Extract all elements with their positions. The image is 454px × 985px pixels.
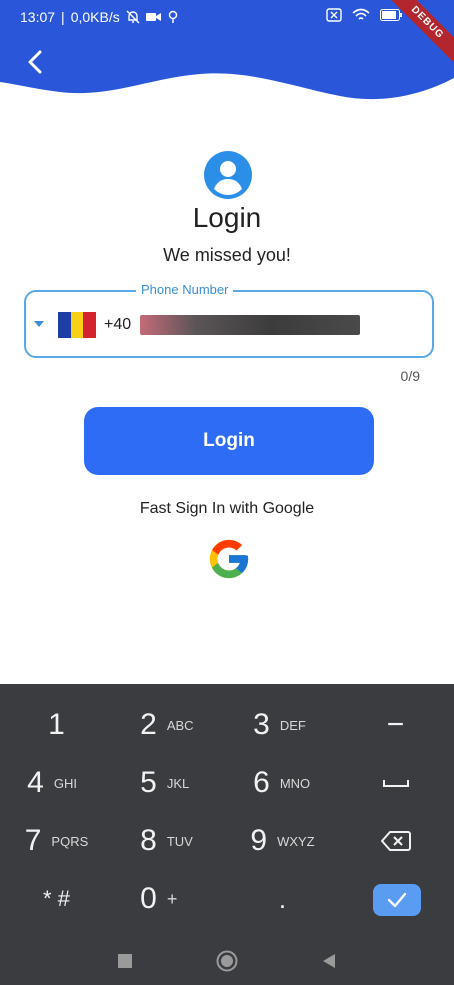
recent-apps-button[interactable] (114, 950, 136, 972)
romania-flag-icon[interactable] (58, 312, 97, 338)
character-counter: 0/9 (400, 368, 420, 384)
checkmark-icon (387, 892, 407, 908)
chevron-left-icon (28, 50, 42, 74)
key-9[interactable]: 9 WXYZ (226, 812, 339, 870)
backspace-key[interactable] (339, 812, 452, 870)
key-5[interactable]: 5 JKL (113, 754, 226, 812)
login-button[interactable]: Login (84, 407, 374, 475)
page-title: Login (192, 202, 262, 233)
key-2[interactable]: 2 ABC (113, 696, 226, 754)
muted-bell-icon (126, 10, 140, 24)
back-nav-button[interactable] (318, 950, 340, 972)
key-4[interactable]: 4 GHI (0, 754, 113, 812)
phone-number-input-redacted[interactable] (140, 315, 360, 335)
key-6[interactable]: 6 MNO (226, 754, 339, 812)
key-0[interactable]: 0 + (113, 870, 226, 928)
done-key[interactable] (373, 884, 421, 916)
period-key[interactable]: . (226, 870, 339, 928)
wifi-icon (352, 8, 370, 20)
numeric-keyboard: 1 2 ABC 3 DEF − 4 GHI 5 JKL 6 MNO 7 PQRS… (0, 684, 454, 985)
google-logo-icon[interactable] (206, 536, 252, 582)
battery-icon (380, 9, 402, 21)
country-dropdown-arrow-icon[interactable] (34, 321, 44, 327)
back-button[interactable] (20, 46, 52, 78)
google-sign-in-text: Fast Sign In with Google (139, 500, 315, 517)
key-3[interactable]: 3 DEF (226, 696, 339, 754)
location-pin-icon (168, 10, 177, 23)
page-subtitle: We missed you! (163, 245, 291, 265)
key-1[interactable]: 1 (0, 696, 113, 754)
phone-number-label: Phone Number (136, 282, 234, 298)
minus-key[interactable]: − (339, 696, 452, 754)
phone-number-field[interactable]: Phone Number +40 (24, 282, 434, 358)
system-navigation-bar (0, 937, 454, 985)
back-triangle-icon (323, 954, 335, 968)
key-8[interactable]: 8 TUV (113, 812, 226, 870)
key-7[interactable]: 7 PQRS (0, 812, 113, 870)
backspace-icon (380, 831, 411, 851)
status-speed: 0,0KB/s (70, 9, 120, 25)
home-button[interactable] (216, 950, 238, 972)
home-circle-icon (216, 950, 238, 972)
square-icon (118, 954, 132, 968)
space-bar-icon (382, 780, 409, 787)
app-header: 13:07 | 0,0KB/s DEBUG (0, 0, 454, 120)
star-hash-key[interactable]: * # (0, 870, 113, 928)
status-bar: 13:07 | 0,0KB/s (0, 0, 454, 34)
dial-code: +40 (104, 316, 132, 333)
status-time: 13:07 (20, 9, 56, 25)
no-sim-icon (326, 8, 342, 22)
video-camera-icon (145, 13, 161, 21)
space-key[interactable] (339, 754, 452, 812)
account-circle-icon (204, 151, 252, 199)
